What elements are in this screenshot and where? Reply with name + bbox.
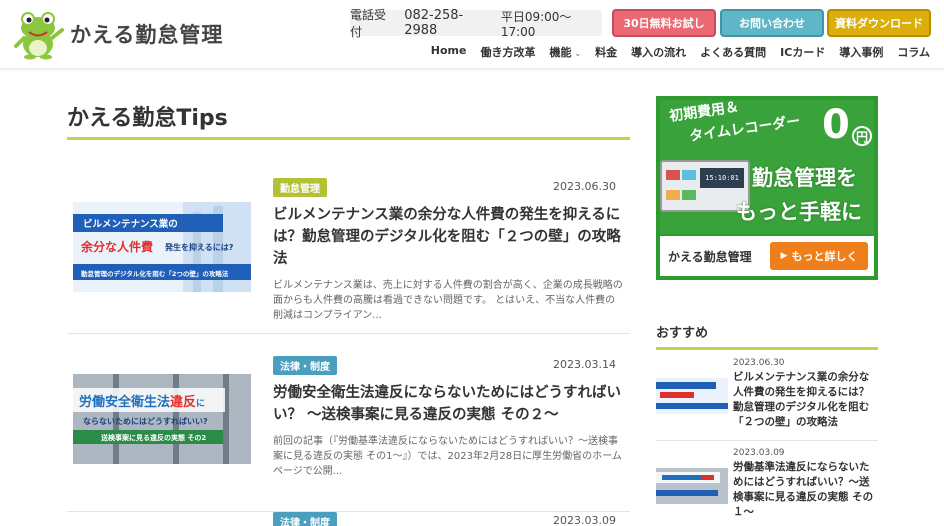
nav-flow[interactable]: 導入の流れ (631, 44, 686, 60)
recommend-item[interactable]: 2023.06.30 ビルメンテナンス業の余分な人件費の発生を抑えるには？勤怠管… (656, 358, 878, 434)
category-tag[interactable]: 法律・制度 (273, 512, 337, 526)
phone-hours: 平日09:00～17:00 (500, 9, 572, 39)
chevron-down-icon: ⌄ (574, 49, 582, 58)
recommend-thumbnail[interactable] (656, 378, 728, 414)
download-button[interactable]: 資料ダウンロード (827, 9, 931, 37)
nav-pricing[interactable]: 料金 (595, 44, 617, 60)
thumb-text-1b: 違反 (170, 395, 197, 410)
device-clock: 15:10:01 (700, 168, 744, 188)
article-date: 2023.03.09 (553, 514, 616, 526)
article-thumbnail[interactable]: 労働安全衛生法違反に ならないためにはどうすればいい? 送検事案に見る違反の実態… (73, 374, 251, 464)
article-card[interactable]: 法律・制度 2023.03.09 (67, 512, 630, 526)
thumb-text-2a: 余分な人件費 (81, 240, 154, 254)
banner-yen: 円 (852, 126, 872, 146)
recommend-title[interactable]: ビルメンテナンス業の余分な人件費の発生を抑えるには？勤怠管理のデジタル化を阻む「… (733, 370, 878, 430)
recommend-heading: おすすめ (656, 326, 709, 341)
banner-catch-1: 勤怠管理を (752, 166, 857, 190)
phone-number[interactable]: 082-258-2988 (404, 8, 493, 38)
thumb-text-2b: 発生を抑えるには? (165, 243, 234, 252)
nav-workstyle[interactable]: 働き方改革 (480, 44, 535, 60)
promo-banner[interactable]: 初期費用＆ タイムレコーダー 0 円 15:10:01 勤怠管理を もっと手軽に… (656, 96, 878, 280)
brand-name[interactable]: かえる勤怠管理 (70, 19, 223, 49)
article-card[interactable]: 労働安全衛生法違反に ならないためにはどうすればいい? 送検事案に見る違反の実態… (67, 356, 630, 512)
main-nav: Home 働き方改革 機能 ⌄ 料金 導入の流れ よくある質問 ICカード 導入事… (431, 44, 930, 60)
recommend-item[interactable]: 2023.03.09 労働基準法違反にならないためにはどうすればいい？～送検事案… (656, 448, 878, 526)
nav-ic-card[interactable]: ICカード (780, 44, 825, 60)
recommend-date: 2023.03.09 (733, 448, 785, 458)
play-triangle-icon: ▶ (780, 251, 788, 261)
article-title[interactable]: 労働安全衛生法違反にならないためにはどうすればいい？ ～送検事案に見る違反の実態… (273, 382, 623, 426)
category-tag[interactable]: 法律・制度 (273, 356, 337, 375)
article-card[interactable]: ビルメンテナンス業の 余分な人件費 発生を抑えるには? 勤怠管理のデジタル化を阻… (67, 178, 630, 334)
banner-zero: 0 (822, 102, 850, 148)
device-key (666, 170, 680, 180)
thumb-title: 労働安全衛生法違反に (79, 391, 205, 410)
article-excerpt: 前回の記事（『労働基準法違反にならないためにはどうすればいい？～送検事案に見る違… (273, 436, 622, 477)
title-divider (67, 137, 630, 140)
thumb-text-1a: 労働安全衛生法 (79, 395, 171, 410)
page-title: かえる勤怠Tips (67, 106, 228, 131)
banner-footer: かえる勤怠管理 ▶ もっと詳しく (660, 236, 874, 276)
thumb-text-2: ならないためにはどうすればいい? (83, 417, 208, 426)
contact-button[interactable]: お問い合わせ (720, 9, 824, 37)
device-key (682, 190, 696, 200)
device-key (666, 190, 680, 200)
frog-logo-icon[interactable] (12, 8, 64, 60)
nav-features[interactable]: 機能 ⌄ (549, 44, 581, 60)
recommend-divider (656, 347, 878, 350)
site-header: かえる勤怠管理 電話受付 082-258-2988 平日09:00～17:00 … (0, 0, 944, 68)
thumb-text-3: 勤怠管理のデジタル化を阻む「2つの壁」の攻略法 (81, 270, 229, 278)
more-details-label: もっと詳しく (791, 250, 858, 263)
article-excerpt: ビルメンテナンス業は、売上に対する人件費の割合が高く、企業の成長戦略の面からも人… (273, 280, 623, 321)
phone-info: 電話受付 082-258-2988 平日09:00～17:00 (350, 8, 602, 39)
article-date: 2023.03.14 (553, 358, 616, 371)
nav-home[interactable]: Home (431, 44, 467, 60)
recommend-title[interactable]: 労働基準法違反にならないためにはどうすればいい？～送検事案に見る違反の実態 その… (733, 460, 878, 520)
free-trial-button[interactable]: 30日無料お試し (612, 9, 716, 37)
article-thumbnail[interactable]: ビルメンテナンス業の 余分な人件費 発生を抑えるには? 勤怠管理のデジタル化を阻… (73, 202, 251, 292)
banner-brand: かえる勤怠管理 (668, 250, 752, 264)
thumb-text-1: ビルメンテナンス業の (83, 219, 178, 230)
recommend-thumbnail[interactable] (656, 468, 728, 504)
article-date: 2023.06.30 (553, 180, 616, 193)
device-key (682, 170, 696, 180)
nav-cases[interactable]: 導入事例 (839, 44, 883, 60)
recommend-separator (656, 440, 878, 441)
article-title[interactable]: ビルメンテナンス業の余分な人件費の発生を抑えるには？勤怠管理のデジタル化を阻む「… (273, 204, 623, 270)
thumb-text-1c: に (196, 399, 206, 409)
phone-label: 電話受付 (350, 8, 387, 39)
thumb-text-3: 送検事案に見る違反の実態 その2 (101, 434, 207, 442)
nav-column[interactable]: コラム (897, 44, 930, 60)
more-details-button[interactable]: ▶ もっと詳しく (770, 242, 868, 270)
banner-catch-2: もっと手軽に (736, 200, 862, 224)
nav-faq[interactable]: よくある質問 (700, 44, 766, 60)
category-tag[interactable]: 勤怠管理 (273, 178, 327, 197)
recommend-date: 2023.06.30 (733, 358, 785, 368)
nav-features-label: 機能 (549, 46, 572, 59)
